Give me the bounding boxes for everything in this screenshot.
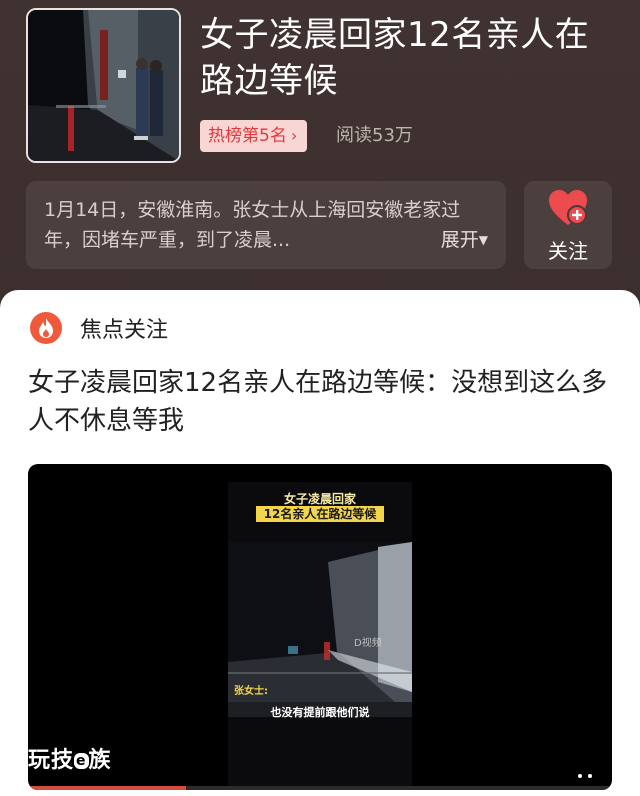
more-dots-icon[interactable] xyxy=(578,774,592,778)
video-subtitle: 也没有提前跟他们说 xyxy=(270,706,370,719)
brand-text-left: 玩技 xyxy=(28,748,75,773)
night-street-image xyxy=(28,10,179,161)
topic-header: 女子凌晨回家12名亲人在路边等候 热榜第5名 › 阅读53万 1月14日，安徽淮… xyxy=(0,0,640,290)
brand-watermark: 玩技 e族 xyxy=(28,742,112,774)
summary-text: 1月14日，安徽淮南。张女士从上海回安徽老家过年，因堵车严重，到了凌晨... xyxy=(44,199,461,251)
video-watermark: D视频 xyxy=(354,638,382,649)
video-player[interactable]: 女子凌晨回家 12名亲人在路边等候 D视频 张女士: 也没有提前跟他们说 玩技 … xyxy=(28,464,612,790)
hot-rank-label: 热榜第5名 xyxy=(208,126,287,146)
topic-page: 女子凌晨回家12名亲人在路边等候 热榜第5名 › 阅读53万 1月14日，安徽淮… xyxy=(0,0,640,796)
topic-thumbnail[interactable] xyxy=(26,8,181,163)
chevron-right-icon: › xyxy=(290,126,298,145)
video-caption-line2: 12名亲人在路边等候 xyxy=(256,506,384,522)
brand-text-mid: e xyxy=(74,753,89,769)
video-progress-track[interactable] xyxy=(28,786,612,790)
caret-down-icon: ▼ xyxy=(478,233,488,247)
video-progress-fill xyxy=(28,786,186,790)
heart-plus-icon xyxy=(549,190,587,225)
follow-button[interactable]: 关注 xyxy=(524,181,612,269)
focus-section-header: 焦点关注 xyxy=(30,312,168,344)
brand-text-right: 族 xyxy=(88,748,112,773)
read-count: 阅读53万 xyxy=(336,125,413,146)
video-caption-line1: 女子凌晨回家 xyxy=(283,492,356,506)
focus-section-label: 焦点关注 xyxy=(80,318,169,343)
topic-summary[interactable]: 1月14日，安徽淮南。张女士从上海回安徽老家过年，因堵车严重，到了凌晨... 展… xyxy=(26,181,506,269)
follow-label: 关注 xyxy=(548,239,588,263)
topic-title: 女子凌晨回家12名亲人在路边等候 xyxy=(200,15,590,101)
expand-button[interactable]: 展开▼ xyxy=(441,225,488,255)
focus-card: 焦点关注 女子凌晨回家12名亲人在路边等候：没想到这么多人不休息等我 女子凌晨回… xyxy=(0,290,640,796)
hot-rank-badge[interactable]: 热榜第5名 › xyxy=(200,120,308,152)
expand-label: 展开 xyxy=(440,229,479,251)
speaker-label: 张女士: xyxy=(234,686,268,697)
article-title[interactable]: 女子凌晨回家12名亲人在路边等候：没想到这么多人不休息等我 xyxy=(28,364,618,440)
flame-icon xyxy=(30,312,62,344)
video-frame: 女子凌晨回家 12名亲人在路边等候 D视频 张女士: 也没有提前跟他们说 xyxy=(228,482,412,787)
